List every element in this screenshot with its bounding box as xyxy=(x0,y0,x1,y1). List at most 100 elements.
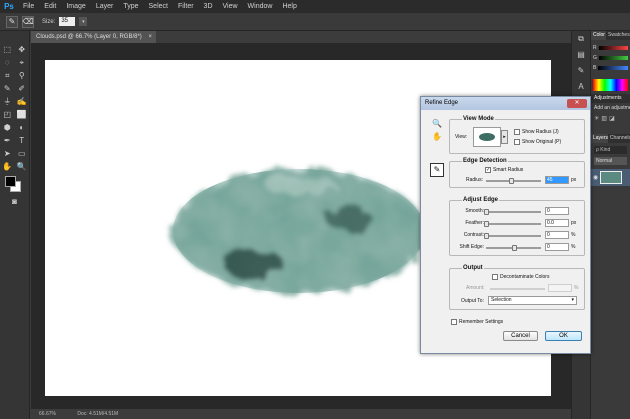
eraser-tool-icon[interactable]: ◰ xyxy=(2,110,13,119)
brush-preset-icon[interactable]: ✎ xyxy=(6,15,18,28)
brush-panel-icon[interactable]: ✎ xyxy=(572,63,590,79)
foreground-color-swatch[interactable] xyxy=(5,176,16,187)
smart-radius-checkbox[interactable]: ✓ xyxy=(485,167,491,173)
show-radius-checkbox[interactable] xyxy=(514,129,520,135)
status-doc-size: Doc: 4.51M/4.51M xyxy=(77,411,119,417)
menu-select[interactable]: Select xyxy=(144,3,173,10)
eye-icon[interactable]: ◉ xyxy=(593,174,598,181)
menu-type[interactable]: Type xyxy=(118,3,143,10)
contrast-slider-thumb[interactable] xyxy=(484,233,489,239)
tab-color[interactable]: Color xyxy=(591,31,607,40)
smooth-slider[interactable] xyxy=(484,209,541,215)
character-icon[interactable]: A xyxy=(572,79,590,95)
document-tab-title: Clouds.psd @ 66.7% (Layer 0, RGB/8*) xyxy=(36,34,142,40)
color-channel-slider[interactable] xyxy=(598,56,628,60)
menu-edit[interactable]: Edit xyxy=(39,3,61,10)
dialog-title: Refine Edge xyxy=(425,100,459,106)
move-tool-icon[interactable]: ✥ xyxy=(16,45,27,54)
feather-slider-thumb[interactable] xyxy=(484,221,489,227)
layer-row[interactable]: ◉ xyxy=(591,169,630,186)
quick-mask-icon[interactable]: ◙ xyxy=(9,197,20,206)
menu-filter[interactable]: Filter xyxy=(173,3,199,10)
smooth-field[interactable]: 0 xyxy=(545,207,569,215)
zoom-tool-icon[interactable]: 🔍 xyxy=(431,119,443,132)
shift-edge-slider-thumb[interactable] xyxy=(511,245,517,251)
radius-slider-thumb[interactable] xyxy=(508,178,514,184)
hand-tool-icon[interactable]: ✋ xyxy=(2,162,13,171)
radius-slider[interactable] xyxy=(486,178,541,184)
show-original-checkbox[interactable] xyxy=(514,139,520,145)
edge-detection-title: Edge Detection xyxy=(462,158,508,164)
amount-slider[interactable] xyxy=(490,288,545,290)
menu-window[interactable]: Window xyxy=(243,3,278,10)
menu-file[interactable]: File xyxy=(18,3,39,10)
feather-field[interactable]: 0.0 xyxy=(545,219,569,227)
eraser-icon[interactable]: ⌫ xyxy=(22,15,34,28)
shift-edge-slider[interactable] xyxy=(486,245,541,251)
shift-edge-field[interactable]: 0 xyxy=(545,243,569,251)
tab-layers[interactable]: Layers xyxy=(591,134,608,143)
menu-3d[interactable]: 3D xyxy=(199,3,218,10)
refine-edge-dialog: Refine Edge ✕ 🔍 ✋ ✎ View Mode View: ▸ Sh… xyxy=(420,96,591,354)
dodge-tool-icon[interactable]: ◐ xyxy=(16,123,27,132)
quick-select-tool-icon[interactable]: ⌖ xyxy=(16,58,27,68)
levels-icon[interactable]: ▥ xyxy=(601,115,607,122)
status-zoom[interactable]: 66.67% xyxy=(39,411,56,417)
amount-field[interactable] xyxy=(548,284,572,292)
document-tab[interactable]: Clouds.psd @ 66.7% (Layer 0, RGB/8*) × xyxy=(31,31,156,43)
zoom-tool-icon[interactable]: 🔍 xyxy=(16,162,27,171)
radius-field[interactable]: 45 xyxy=(545,176,569,184)
right-panels: Color Swatches RGB Adjustments Add an ad… xyxy=(590,31,630,419)
output-to-select[interactable]: Selection ▾ xyxy=(488,296,577,305)
decontaminate-colors-checkbox[interactable] xyxy=(492,274,498,280)
layer-filter-kind[interactable]: ρ Kind xyxy=(594,146,627,154)
properties-icon[interactable]: ▤ xyxy=(572,47,590,63)
color-channel-slider[interactable] xyxy=(598,46,628,50)
gradient-tool-icon[interactable]: ⬜ xyxy=(16,110,27,119)
tool-row: ✎ ✐ xyxy=(0,82,29,95)
curves-icon[interactable]: ◪ xyxy=(609,115,615,122)
close-tab-icon[interactable]: × xyxy=(148,31,152,43)
pen-tool-icon[interactable]: ✒ xyxy=(2,136,13,145)
menu-help[interactable]: Help xyxy=(277,3,301,10)
smooth-slider-thumb[interactable] xyxy=(484,209,489,215)
shape-tool-icon[interactable]: ▭ xyxy=(16,149,27,158)
ok-button[interactable]: OK xyxy=(545,331,582,341)
crop-tool-icon[interactable]: ⌗ xyxy=(2,71,13,81)
dialog-title-bar[interactable]: Refine Edge ✕ xyxy=(421,97,590,110)
eyedropper-tool-icon[interactable]: ⚲ xyxy=(16,71,27,80)
contrast-field[interactable]: 0 xyxy=(545,231,569,239)
blend-mode-select[interactable]: Normal xyxy=(594,157,627,165)
size-dropdown-icon[interactable]: ▾ xyxy=(79,17,88,26)
dialog-close-button[interactable]: ✕ xyxy=(567,99,587,108)
hand-tool-icon[interactable]: ✋ xyxy=(431,132,443,145)
menu-layer[interactable]: Layer xyxy=(91,3,119,10)
color-swatches[interactable] xyxy=(0,173,29,195)
tab-channels[interactable]: Channels xyxy=(608,134,630,143)
history-brush-tool-icon[interactable]: ✍ xyxy=(16,97,27,106)
tab-adjustments[interactable]: Adjustments xyxy=(591,94,630,103)
cancel-button[interactable]: Cancel xyxy=(503,331,538,341)
history-icon[interactable]: ⧉ xyxy=(572,31,590,47)
feather-slider[interactable] xyxy=(484,221,541,227)
contrast-slider[interactable] xyxy=(484,233,541,239)
brightness-icon[interactable]: ☀ xyxy=(594,115,599,122)
color-channel-slider[interactable] xyxy=(598,66,628,70)
path-select-tool-icon[interactable]: ➤ xyxy=(2,149,13,158)
refine-radius-brush-icon[interactable]: ✎ xyxy=(430,163,444,177)
menu-image[interactable]: Image xyxy=(61,3,90,10)
color-spectrum[interactable] xyxy=(593,79,628,91)
marquee-tool-icon[interactable]: ⬚ xyxy=(2,45,13,54)
view-mode-dropdown-icon[interactable]: ▸ xyxy=(501,130,508,144)
tab-swatches[interactable]: Swatches xyxy=(606,31,630,40)
healing-tool-icon[interactable]: ✎ xyxy=(2,84,13,93)
blur-tool-icon[interactable]: ⬢ xyxy=(2,123,13,132)
stamp-tool-icon[interactable]: ⏚ xyxy=(2,96,13,107)
size-field[interactable]: 35 xyxy=(59,17,76,26)
remember-settings-checkbox[interactable] xyxy=(451,319,457,325)
menu-view[interactable]: View xyxy=(218,3,243,10)
view-mode-preview[interactable] xyxy=(473,127,501,147)
brush-tool-icon[interactable]: ✐ xyxy=(16,84,27,93)
type-tool-icon[interactable]: T xyxy=(16,136,27,145)
lasso-tool-icon[interactable]: ◌ xyxy=(2,58,13,67)
